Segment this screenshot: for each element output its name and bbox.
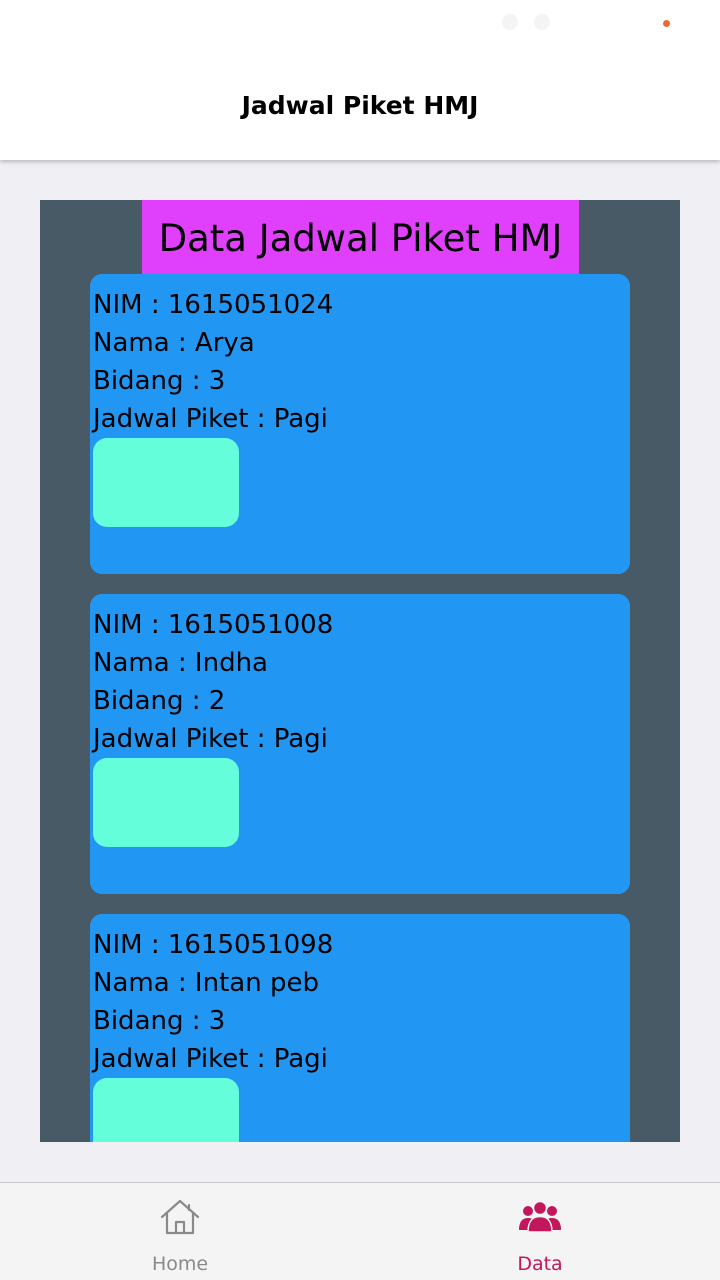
bottom-tab-bar: Home Data <box>0 1182 720 1280</box>
tab-label: Data <box>517 1253 563 1275</box>
record-card: NIM : 1615051024 Nama : Arya Bidang : 3 … <box>90 274 630 574</box>
app-header: Jadwal Piket HMJ <box>0 0 720 160</box>
record-card: NIM : 1615051098 Nama : Intan peb Bidang… <box>90 914 630 1142</box>
record-action-button[interactable] <box>93 758 239 847</box>
schedule-text: Jadwal Piket : Pagi <box>93 724 328 754</box>
name-text: Nama : Arya <box>93 328 255 358</box>
tab-label: Home <box>151 1253 209 1275</box>
schedule-panel: Data Jadwal Piket HMJ NIM : 1615051024 N… <box>40 200 680 1142</box>
name-text: Nama : Indha <box>93 648 268 678</box>
nim-text: NIM : 1615051008 <box>93 610 334 640</box>
notification-dot-icon <box>663 20 670 27</box>
record-action-button[interactable] <box>93 1078 239 1142</box>
status-indicator-icon <box>502 14 518 30</box>
nim-text: NIM : 1615051024 <box>93 290 334 320</box>
page-title: Jadwal Piket HMJ <box>241 91 479 120</box>
nim-text: NIM : 1615051098 <box>93 930 334 960</box>
record-list: NIM : 1615051024 Nama : Arya Bidang : 3 … <box>90 274 630 1142</box>
panel-title: Data Jadwal Piket HMJ <box>142 200 579 274</box>
schedule-text: Jadwal Piket : Pagi <box>93 1044 328 1074</box>
division-text: Bidang : 3 <box>93 366 226 396</box>
status-indicator-icon <box>534 14 550 30</box>
record-card: NIM : 1615051008 Nama : Indha Bidang : 2… <box>90 594 630 894</box>
division-text: Bidang : 2 <box>93 686 226 716</box>
people-icon <box>519 1200 561 1233</box>
division-text: Bidang : 3 <box>93 1006 226 1036</box>
name-text: Nama : Intan peb <box>93 968 319 998</box>
home-icon <box>160 1199 200 1235</box>
tab-data[interactable]: Data <box>360 1183 720 1280</box>
tab-home[interactable]: Home <box>0 1183 360 1280</box>
schedule-text: Jadwal Piket : Pagi <box>93 404 328 434</box>
record-action-button[interactable] <box>93 438 239 527</box>
